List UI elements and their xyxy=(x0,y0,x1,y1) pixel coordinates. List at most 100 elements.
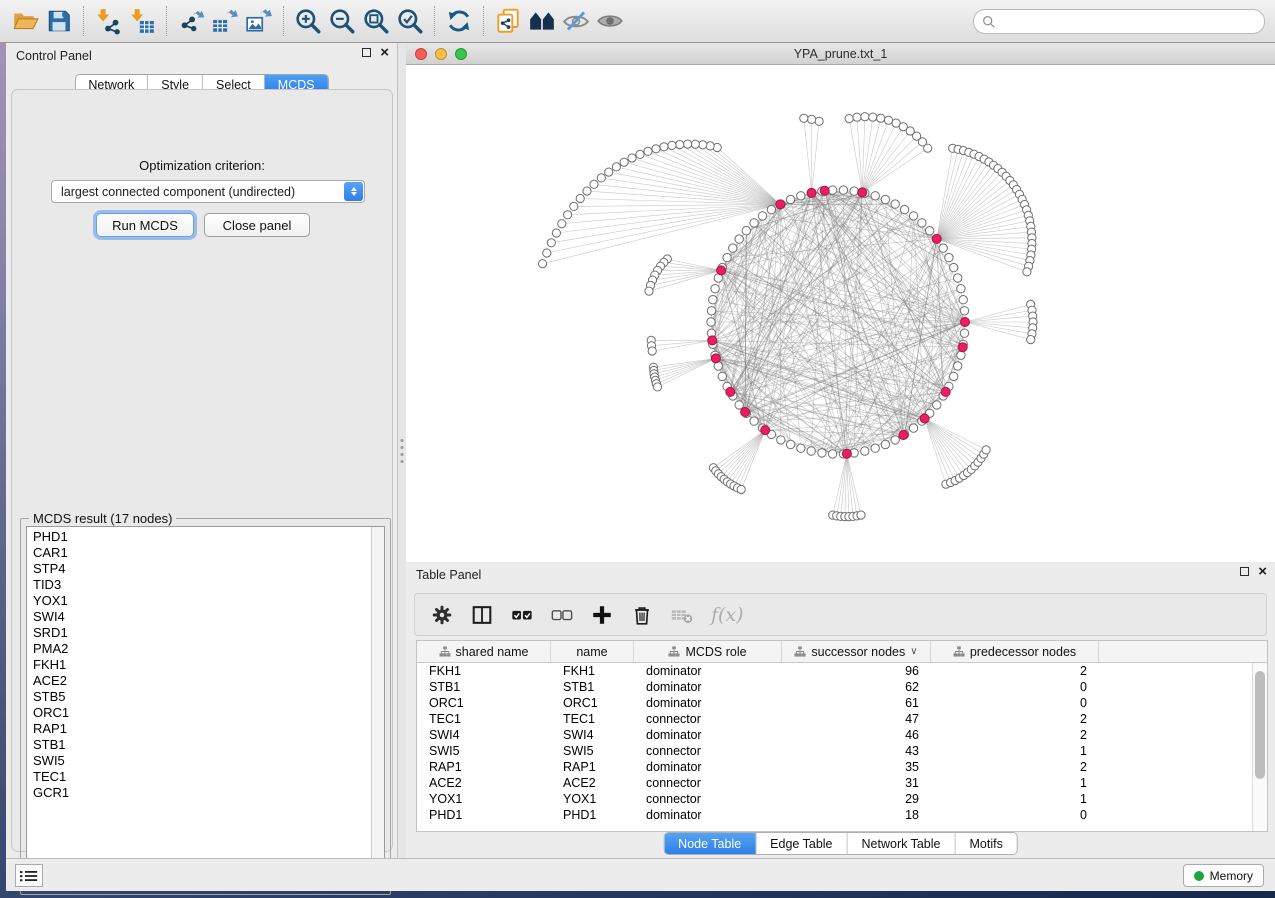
mcds-result-item[interactable]: STB1 xyxy=(27,737,370,753)
table-row[interactable]: ACE2ACE2connector311 xyxy=(417,775,1267,791)
mcds-result-item[interactable]: CAR1 xyxy=(27,545,370,561)
clear-selection-icon[interactable] xyxy=(547,600,577,630)
table-cell: RAP1 xyxy=(551,759,634,775)
table-row[interactable]: SWI5SWI5connector431 xyxy=(417,743,1267,759)
show-all-icon[interactable] xyxy=(593,4,627,38)
table-cell: YOX1 xyxy=(417,791,551,807)
close-panel-icon[interactable]: × xyxy=(1258,567,1267,576)
table-cell: STB1 xyxy=(417,679,551,695)
memory-label: Memory xyxy=(1210,869,1253,883)
import-network-icon[interactable] xyxy=(91,4,125,38)
table-cell: 0 xyxy=(931,695,1099,711)
mcds-result-item[interactable]: GCR1 xyxy=(27,785,370,801)
split-view-icon[interactable] xyxy=(467,600,497,630)
zoom-selected-icon[interactable] xyxy=(393,4,427,38)
tab-motifs[interactable]: Motifs xyxy=(955,833,1016,854)
column-header-successor-nodes[interactable]: successor nodes∨ xyxy=(782,641,931,662)
mcds-list-scrollbar[interactable] xyxy=(371,527,384,888)
table-scrollbar[interactable] xyxy=(1252,663,1267,831)
delete-row-icon[interactable] xyxy=(627,600,657,630)
column-header-name[interactable]: name xyxy=(551,641,634,662)
tab-node-table[interactable]: Node Table xyxy=(664,833,756,854)
close-panel-icon[interactable]: × xyxy=(380,48,389,57)
float-panel-icon[interactable] xyxy=(1240,567,1249,576)
dropdown-stepper-icon xyxy=(344,182,363,201)
zoom-out-icon[interactable] xyxy=(325,4,359,38)
zoom-window-icon[interactable] xyxy=(455,48,467,60)
criterion-dropdown[interactable]: largest connected component (undirected) xyxy=(51,180,365,203)
table-row[interactable]: PHD1PHD1dominator180 xyxy=(417,807,1267,823)
zoom-in-icon[interactable] xyxy=(291,4,325,38)
mcds-result-item[interactable]: RAP1 xyxy=(27,721,370,737)
zoom-fit-icon[interactable] xyxy=(359,4,393,38)
search-input[interactable] xyxy=(1001,15,1256,29)
sort-descending-icon: ∨ xyxy=(910,646,917,657)
select-all-icon[interactable] xyxy=(507,600,537,630)
settings-gear-icon[interactable] xyxy=(427,600,457,630)
table-row[interactable]: SWI4SWI4dominator462 xyxy=(417,727,1267,743)
run-mcds-button[interactable]: Run MCDS xyxy=(96,213,194,237)
column-header-shared-name[interactable]: shared name xyxy=(417,641,551,662)
mcds-result-item[interactable]: FKH1 xyxy=(27,657,370,673)
close-panel-button[interactable]: Close panel xyxy=(204,213,310,237)
table-row[interactable]: YOX1YOX1connector291 xyxy=(417,791,1267,807)
mcds-result-item[interactable]: STB5 xyxy=(27,689,370,705)
table-cell: 35 xyxy=(782,759,931,775)
table-cell: 43 xyxy=(782,743,931,759)
export-table-icon[interactable] xyxy=(208,4,242,38)
mcds-result-item[interactable]: PMA2 xyxy=(27,641,370,657)
close-window-icon[interactable] xyxy=(415,48,427,60)
table-scrollbar-thumb[interactable] xyxy=(1255,671,1265,779)
mcds-result-item[interactable]: SWI4 xyxy=(27,609,370,625)
mcds-result-group: MCDS result (17 nodes) PHD1CAR1STP4TID3Y… xyxy=(20,518,391,895)
tab-network-table[interactable]: Network Table xyxy=(848,833,956,854)
table-cell: 1 xyxy=(931,743,1099,759)
copy-network-icon[interactable] xyxy=(491,4,525,38)
column-type-icon xyxy=(439,646,451,657)
network-canvas[interactable] xyxy=(406,65,1275,562)
network-graph[interactable] xyxy=(406,65,1275,562)
table-cell: 62 xyxy=(782,679,931,695)
column-header-predecessor-nodes[interactable]: predecessor nodes xyxy=(931,641,1099,662)
table-row[interactable]: TEC1TEC1connector472 xyxy=(417,711,1267,727)
minimize-window-icon[interactable] xyxy=(435,48,447,60)
table-cell: dominator xyxy=(634,727,782,743)
column-type-icon xyxy=(668,646,680,657)
table-row[interactable]: RAP1RAP1dominator352 xyxy=(417,759,1267,775)
task-history-button[interactable] xyxy=(15,864,43,887)
table-cell: 0 xyxy=(931,807,1099,823)
mcds-result-item[interactable]: PHD1 xyxy=(27,529,370,545)
column-type-icon xyxy=(953,646,965,657)
window-controls xyxy=(415,48,467,60)
float-panel-icon[interactable] xyxy=(362,48,371,57)
import-table-icon[interactable] xyxy=(125,4,159,38)
table-row[interactable]: STB1STB1dominator620 xyxy=(417,679,1267,695)
mcds-result-title: MCDS result (17 nodes) xyxy=(29,511,176,526)
mcds-result-item[interactable]: ORC1 xyxy=(27,705,370,721)
add-row-icon[interactable] xyxy=(587,600,617,630)
first-neighbors-icon[interactable] xyxy=(525,4,559,38)
export-network-icon[interactable] xyxy=(174,4,208,38)
mcds-result-item[interactable]: YOX1 xyxy=(27,593,370,609)
save-session-icon[interactable] xyxy=(42,4,76,38)
mcds-result-item[interactable]: SRD1 xyxy=(27,625,370,641)
mcds-result-item[interactable]: STP4 xyxy=(27,561,370,577)
refresh-icon[interactable] xyxy=(442,4,476,38)
table-cell: ACE2 xyxy=(551,775,634,791)
column-header-MCDS-role[interactable]: MCDS role xyxy=(634,641,782,662)
search-box[interactable] xyxy=(973,9,1265,34)
mcds-result-item[interactable]: TID3 xyxy=(27,577,370,593)
table-cell: RAP1 xyxy=(417,759,551,775)
open-file-icon[interactable] xyxy=(8,4,42,38)
table-row[interactable]: ORC1ORC1dominator610 xyxy=(417,695,1267,711)
tab-edge-table[interactable]: Edge Table xyxy=(756,833,847,854)
mcds-result-item[interactable]: SWI5 xyxy=(27,753,370,769)
node-table-body: FKH1FKH1dominator962STB1STB1dominator620… xyxy=(417,663,1267,823)
mcds-result-item[interactable]: TEC1 xyxy=(27,769,370,785)
hide-selected-icon[interactable] xyxy=(559,4,593,38)
mcds-result-item[interactable]: ACE2 xyxy=(27,673,370,689)
export-image-icon[interactable] xyxy=(242,4,276,38)
memory-button[interactable]: Memory xyxy=(1183,864,1264,887)
panel-splitter[interactable] xyxy=(398,43,406,858)
table-row[interactable]: FKH1FKH1dominator962 xyxy=(417,663,1267,679)
